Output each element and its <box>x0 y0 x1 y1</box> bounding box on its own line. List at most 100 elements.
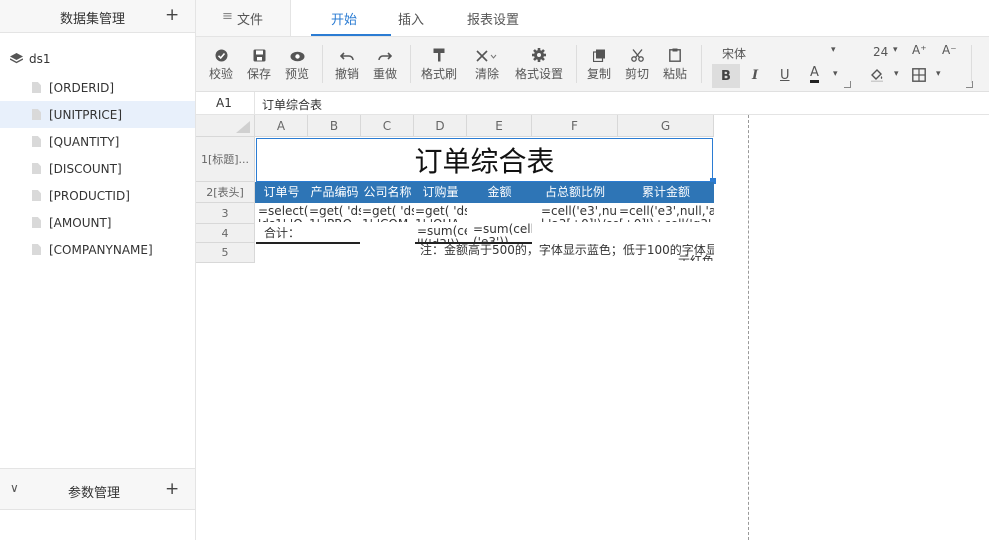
redo-icon <box>378 37 392 65</box>
field-label: [COMPANYNAME] <box>49 242 153 257</box>
header-cell[interactable]: 累计金额 <box>618 182 714 203</box>
field-label: [DISCOUNT] <box>49 161 122 176</box>
add-parameter-button[interactable]: + <box>165 481 179 498</box>
cell-reference[interactable]: A1 <box>216 96 232 110</box>
select-all-corner[interactable] <box>196 115 255 137</box>
alignment-dialog-launcher-icon[interactable] <box>966 81 973 88</box>
column-header-g[interactable]: G <box>618 115 714 137</box>
formula-cell[interactable]: =get( 'ds 1','QUA <box>415 205 467 222</box>
header-cell[interactable]: 占总额比例 <box>532 182 618 203</box>
check-circle-icon <box>215 37 228 65</box>
column-header-f[interactable]: F <box>532 115 618 137</box>
column-header-d[interactable]: D <box>414 115 467 137</box>
total-label-cell[interactable]: 合计： <box>264 227 309 241</box>
field-item[interactable]: [QUANTITY] <box>0 128 195 155</box>
header-cell[interactable]: 产品编码 <box>308 182 361 203</box>
tab-insert[interactable]: 插入 <box>398 9 424 28</box>
row-header-3[interactable]: 3 <box>196 203 255 224</box>
dataset-panel: 数据集管理 + ds1 [ORDERID] [UNITPRICE] [QUANT… <box>0 0 196 540</box>
font-dialog-launcher-icon[interactable] <box>844 81 851 88</box>
preview-button[interactable]: 预览 <box>282 37 312 92</box>
parameter-panel-header[interactable]: ∨ 参数管理 + <box>0 468 195 510</box>
chevron-down-icon[interactable]: ▾ <box>893 45 898 55</box>
field-item[interactable]: [UNITPRICE] <box>0 101 195 128</box>
undo-button[interactable]: 撤销 <box>332 37 362 92</box>
format-painter-label: 格式刷 <box>420 67 457 81</box>
header-cell[interactable]: 订单号 <box>255 182 308 203</box>
column-header-e[interactable]: E <box>467 115 532 137</box>
add-dataset-button[interactable]: + <box>165 7 179 24</box>
column-header-b[interactable]: B <box>308 115 361 137</box>
spreadsheet-grid[interactable]: A B C D E F G 1[标题]... 2[表头] 3 4 5 订单综合表… <box>196 115 989 540</box>
save-button[interactable]: 保存 <box>244 37 274 92</box>
font-color-button[interactable]: A <box>810 66 819 83</box>
menu-icon: ≡ <box>222 9 233 24</box>
copy-button[interactable]: 复制 <box>584 37 614 92</box>
format-painter-button[interactable]: 格式刷 <box>420 37 458 92</box>
sum-formula-cell[interactable]: =sum(ce ll('d3')) <box>417 225 467 242</box>
file-icon <box>32 190 41 201</box>
decrease-font-size-button[interactable]: A⁻ <box>942 43 957 57</box>
chevron-down-icon[interactable]: ▾ <box>833 69 838 79</box>
formula-cell[interactable]: =cell('e3',nul l,'a3[+0]')/cell( <box>541 205 618 222</box>
italic-button[interactable]: I <box>752 68 758 83</box>
corner-triangle-icon <box>236 121 250 133</box>
formula-input[interactable]: 订单综合表 <box>262 96 322 113</box>
column-header-a[interactable]: A <box>255 115 308 137</box>
column-header-c[interactable]: C <box>361 115 414 137</box>
redo-label: 重做 <box>372 67 397 81</box>
field-item[interactable]: [DISCOUNT] <box>0 155 195 182</box>
field-item[interactable]: [AMOUNT] <box>0 209 195 236</box>
copy-label: 复制 <box>586 67 611 81</box>
field-item[interactable]: [PRODUCTID] <box>0 182 195 209</box>
row-header-2[interactable]: 2[表头] <box>196 182 255 203</box>
field-label: [AMOUNT] <box>49 215 112 230</box>
formula-cell[interactable]: =get( 'ds 1','PRO <box>309 205 361 222</box>
tab-home[interactable]: 开始 <box>331 9 357 28</box>
sum-formula-cell[interactable]: =sum(cell ('e3')) <box>473 223 532 242</box>
formula-divider <box>254 92 255 114</box>
row-header-1[interactable]: 1[标题]... <box>196 137 255 182</box>
format-settings-button[interactable]: 格式设置 <box>512 37 566 92</box>
formula-cell[interactable]: =select( 'ds1','O <box>258 205 308 222</box>
toolbar-divider <box>576 45 577 83</box>
bold-button[interactable]: B <box>712 64 740 88</box>
file-icon <box>32 163 41 174</box>
note-cell[interactable]: 注：金额高于500的，字体显示蓝色；低于100的字体显 <box>420 244 714 257</box>
redo-button[interactable]: 重做 <box>370 37 400 92</box>
cut-button[interactable]: 剪切 <box>622 37 652 92</box>
field-label: [QUANTITY] <box>49 134 120 149</box>
underline-button[interactable]: U <box>780 68 790 83</box>
font-family-select[interactable]: 宋体 <box>722 45 746 62</box>
header-cell[interactable]: 订购量 <box>414 182 467 203</box>
validate-button[interactable]: 校验 <box>206 37 236 92</box>
row-header-5[interactable]: 5 <box>196 243 255 263</box>
field-item[interactable]: [ORDERID] <box>0 74 195 101</box>
chevron-down-icon[interactable]: ▾ <box>936 69 941 79</box>
header-cell[interactable]: 金额 <box>467 182 532 203</box>
gear-icon <box>532 37 546 65</box>
clear-button[interactable]: 清除 <box>472 37 502 92</box>
save-icon <box>253 37 266 65</box>
toolbar-divider <box>701 45 702 83</box>
formula-cell[interactable]: =cell('e3',null,'a3 [+0]')+cell('g3',n <box>619 205 714 222</box>
dataset-node-ds1[interactable]: ds1 <box>10 52 51 66</box>
border-icon[interactable] <box>912 68 926 85</box>
increase-font-size-button[interactable]: A⁺ <box>912 43 927 57</box>
field-item[interactable]: [COMPANYNAME] <box>0 236 195 263</box>
header-cell[interactable]: 公司名称 <box>361 182 414 203</box>
formula-cell[interactable]: =get( 'ds 1','COM <box>362 205 414 222</box>
tab-file[interactable]: ≡ 文件 <box>196 0 291 36</box>
tab-file-label: 文件 <box>237 13 264 28</box>
chevron-down-icon[interactable]: ▾ <box>831 45 836 55</box>
chevron-down-icon[interactable]: ∨ <box>10 481 19 495</box>
font-size-select[interactable]: 24 <box>873 45 888 59</box>
fill-color-icon[interactable] <box>870 68 884 85</box>
tab-report-settings[interactable]: 报表设置 <box>467 9 519 28</box>
chevron-down-icon[interactable]: ▾ <box>894 69 899 79</box>
dataset-panel-header: 数据集管理 + <box>0 0 195 33</box>
paste-button[interactable]: 粘贴 <box>660 37 690 92</box>
file-icon <box>32 217 41 228</box>
report-title-cell[interactable]: 订单综合表 <box>256 138 713 182</box>
row-header-4[interactable]: 4 <box>196 224 255 243</box>
